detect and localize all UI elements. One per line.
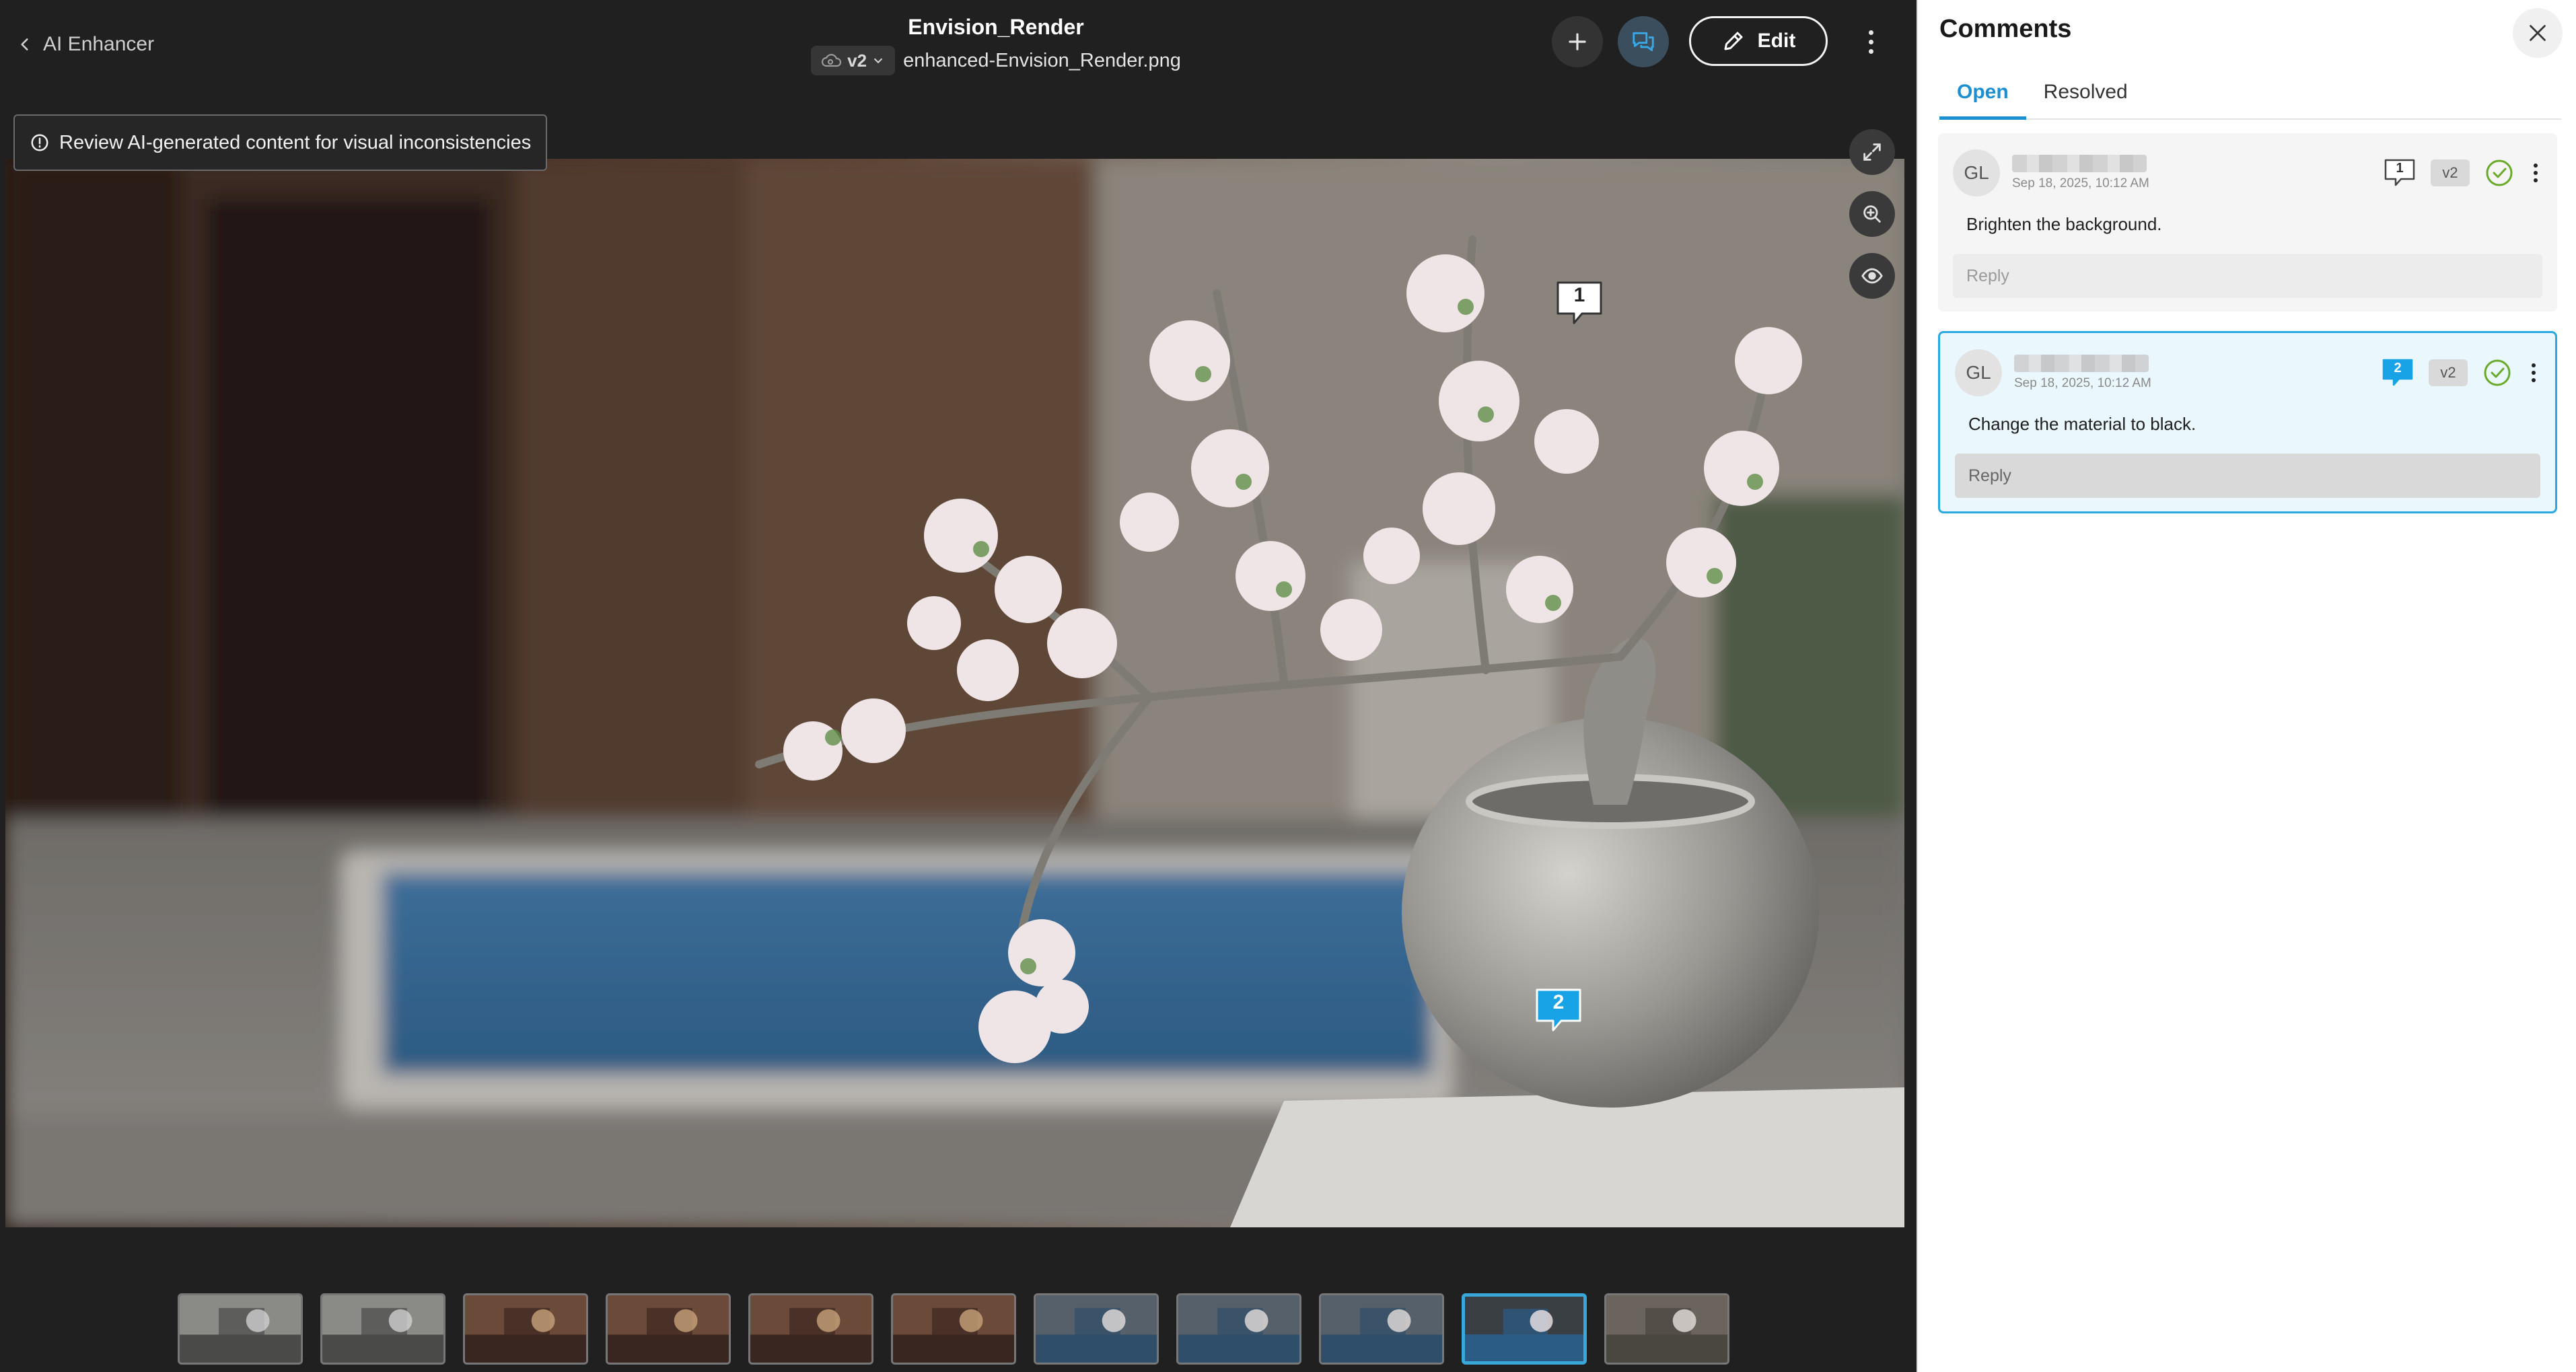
comment-pin-1[interactable]: 1 — [1555, 280, 1604, 326]
version-badge: v2 — [2431, 159, 2470, 186]
back-button[interactable]: AI Enhancer — [16, 30, 154, 59]
author-name-redacted — [2014, 355, 2149, 372]
zoom-in-icon — [1863, 205, 1881, 223]
comment-pin-2[interactable]: 2 — [1534, 987, 1583, 1033]
expand-icon — [1863, 143, 1881, 161]
chevron-down-icon — [873, 58, 883, 64]
page-title: Envision_Render — [908, 15, 1084, 39]
comment-actions: 2 v2 — [2382, 358, 2540, 388]
pin-reference: 1 — [2396, 161, 2404, 176]
filmstrip-thumbnail[interactable] — [748, 1293, 873, 1365]
filmstrip-thumbnail[interactable] — [1604, 1293, 1729, 1365]
filmstrip-thumbnail[interactable] — [1176, 1293, 1301, 1365]
plus-icon — [1569, 33, 1586, 50]
close-panel-button[interactable] — [2513, 8, 2563, 58]
comment-actions: 1 v2 — [2384, 158, 2542, 188]
comment-more-button[interactable] — [2527, 358, 2540, 388]
author-name-redacted — [2012, 155, 2147, 172]
more-options-button[interactable] — [1859, 23, 1883, 61]
version-selector[interactable]: v2 — [811, 46, 896, 75]
comment-meta: Sep 18, 2025, 10:12 AM — [2014, 355, 2151, 391]
filmstrip — [178, 1293, 1729, 1365]
filmstrip-thumbnail[interactable] — [178, 1293, 303, 1365]
comment-card-2[interactable]: GL Sep 18, 2025, 10:12 AM 2 v2 Change th… — [1938, 331, 2557, 513]
visibility-toggle-button[interactable] — [1849, 253, 1895, 299]
reply-input[interactable] — [1953, 254, 2542, 298]
avatar: GL — [1955, 349, 2002, 396]
more-vertical-icon — [1868, 30, 1873, 35]
zoom-button[interactable] — [1849, 191, 1895, 237]
pin-number: 2 — [1552, 991, 1565, 1013]
check-circle-icon — [2486, 159, 2513, 186]
check-circle-icon — [2484, 359, 2511, 386]
filmstrip-thumbnail[interactable] — [320, 1293, 445, 1365]
close-icon — [2530, 25, 2546, 41]
comment-count-icon[interactable]: 2 — [2382, 358, 2414, 388]
resolve-button[interactable] — [2482, 358, 2512, 388]
render-image-art — [5, 159, 1904, 1227]
more-vertical-icon — [2532, 363, 2536, 367]
file-name: enhanced-Envision_Render.png — [903, 49, 1181, 71]
comment-timestamp: Sep 18, 2025, 10:12 AM — [2014, 376, 2151, 390]
filmstrip-thumbnail[interactable] — [1319, 1293, 1444, 1365]
ai-notice-banner: Review AI-generated content for visual i… — [13, 114, 548, 171]
comment-more-button[interactable] — [2529, 158, 2542, 188]
tab-open[interactable]: Open — [1939, 71, 2026, 120]
resolve-button[interactable] — [2484, 158, 2514, 188]
reply-input[interactable] — [1955, 454, 2540, 498]
image-viewer: AI Enhancer Envision_Render v2 enhanced-… — [0, 0, 1917, 1372]
back-label: AI Enhancer — [43, 33, 155, 55]
edit-label: Edit — [1757, 30, 1796, 52]
chevron-left-icon — [21, 38, 28, 50]
eye-icon — [1861, 268, 1883, 284]
file-subline: v2 enhanced-Envision_Render.png — [760, 46, 1231, 75]
filmstrip-thumbnail[interactable] — [1462, 1293, 1587, 1365]
pencil-icon — [1724, 32, 1743, 50]
title-block: Envision_Render v2 enhanced-Envision_Ren… — [760, 12, 1231, 75]
comment-count-icon[interactable]: 1 — [2384, 158, 2416, 188]
fullscreen-button[interactable] — [1849, 129, 1895, 175]
app-root: AI Enhancer Envision_Render v2 enhanced-… — [0, 0, 2576, 1372]
comment-header: GL Sep 18, 2025, 10:12 AM 1 v2 — [1953, 149, 2542, 196]
comment-timestamp: Sep 18, 2025, 10:12 AM — [2012, 176, 2149, 190]
pin-number: 1 — [1573, 284, 1585, 306]
more-vertical-icon — [2534, 164, 2538, 168]
version-label: v2 — [847, 50, 867, 71]
version-cloud-icon — [822, 54, 842, 67]
version-badge: v2 — [2429, 359, 2468, 386]
edit-button[interactable]: Edit — [1689, 16, 1828, 66]
notice-text: Review AI-generated content for visual i… — [59, 131, 532, 153]
render-image[interactable] — [5, 159, 1904, 1227]
filmstrip-thumbnail[interactable] — [463, 1293, 588, 1365]
avatar: GL — [1953, 149, 2000, 196]
filmstrip-thumbnail[interactable] — [606, 1293, 731, 1365]
chat-icon — [1633, 32, 1654, 52]
panel-title: Comments — [1939, 15, 2072, 43]
comment-header: GL Sep 18, 2025, 10:12 AM 2 v2 — [1955, 349, 2540, 396]
comment-text: Brighten the background. — [1966, 214, 2162, 234]
filmstrip-thumbnail[interactable] — [891, 1293, 1016, 1365]
comments-toggle-button[interactable] — [1618, 16, 1669, 67]
comments-panel: Comments Open Resolved GL Sep 18, 2025, … — [1917, 0, 2576, 1372]
pin-reference: 2 — [2394, 361, 2402, 375]
comment-card-1[interactable]: GL Sep 18, 2025, 10:12 AM 1 v2 Brighten … — [1938, 133, 2557, 312]
comment-tabs: Open Resolved — [1939, 71, 2561, 120]
info-icon — [31, 134, 48, 151]
comment-meta: Sep 18, 2025, 10:12 AM — [2012, 155, 2149, 191]
add-button[interactable] — [1552, 16, 1603, 67]
tab-resolved[interactable]: Resolved — [2026, 71, 2145, 118]
filmstrip-thumbnail[interactable] — [1034, 1293, 1159, 1365]
comment-text: Change the material to black. — [1968, 414, 2196, 434]
